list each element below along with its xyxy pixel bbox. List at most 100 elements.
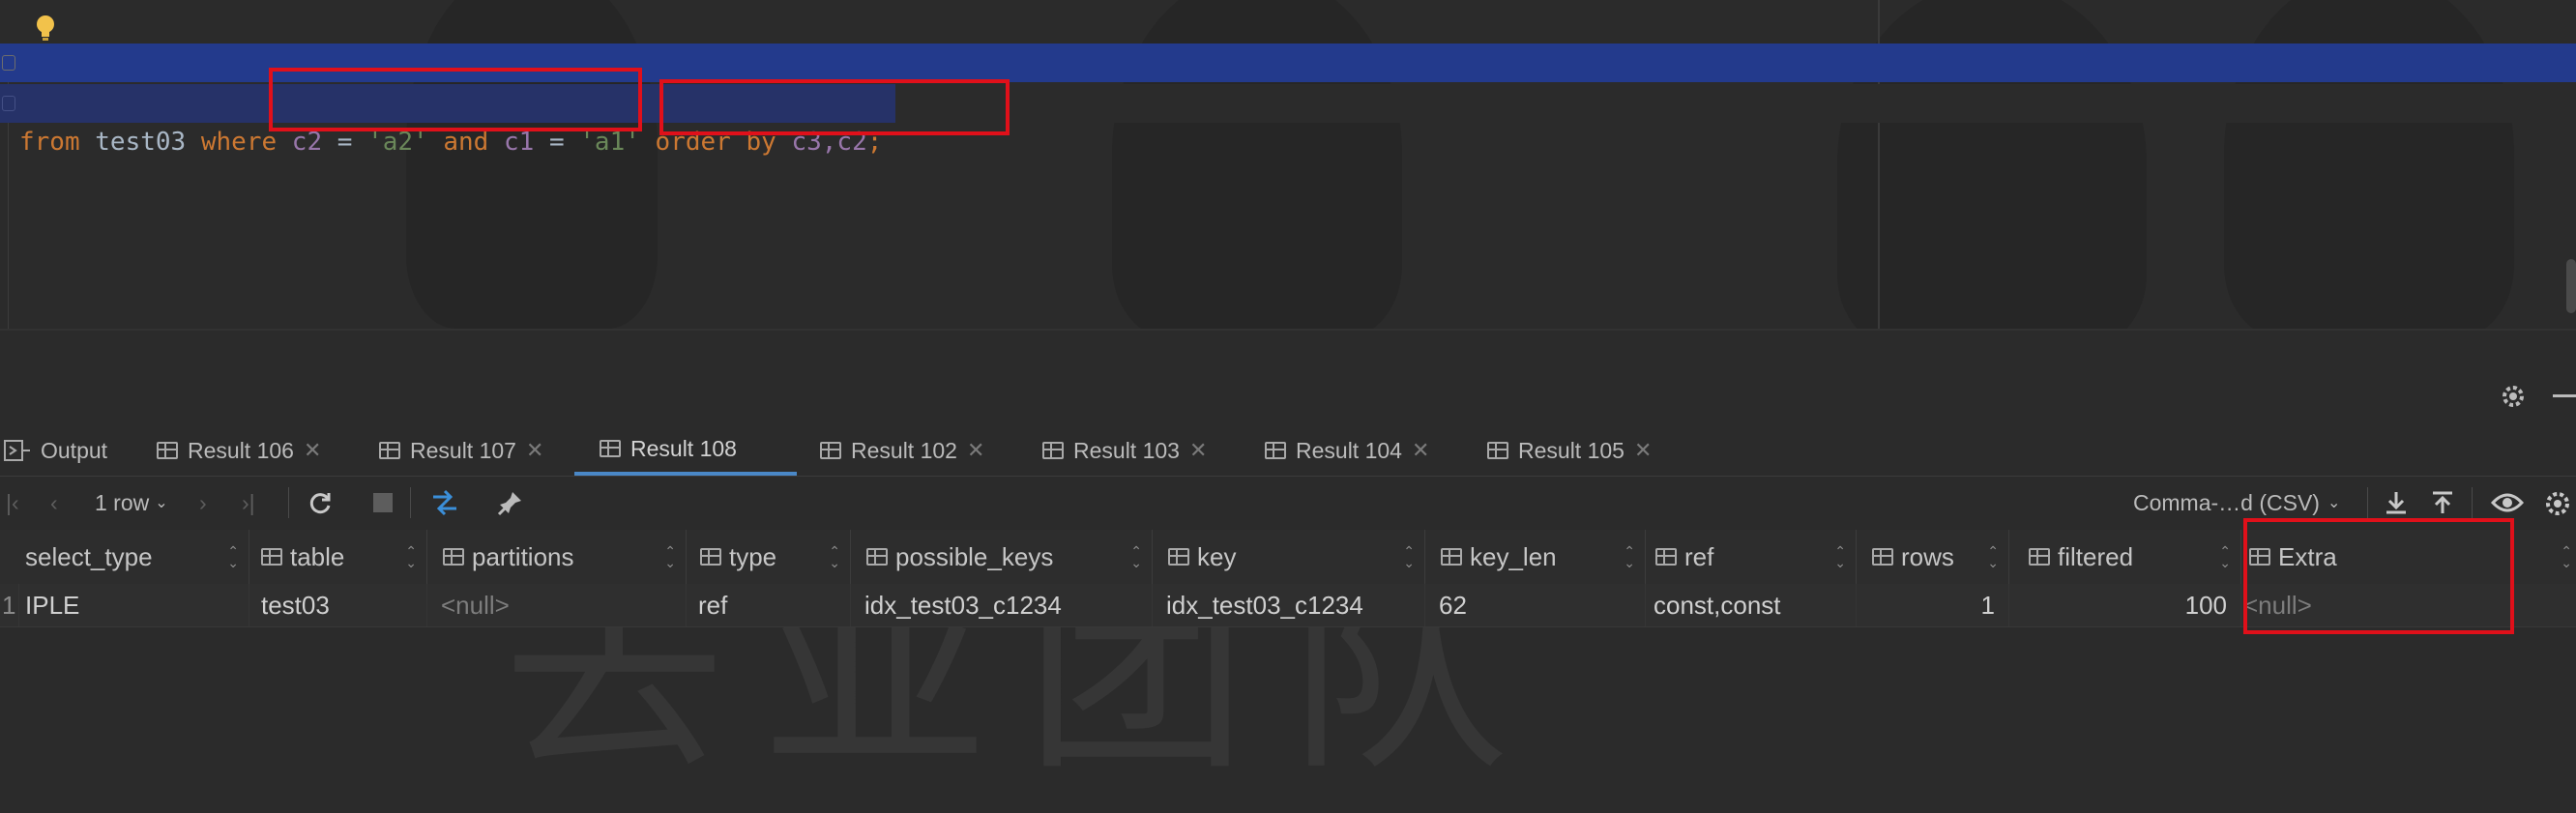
tab-result-105[interactable]: Result 105 ✕: [1487, 425, 1652, 476]
cell-type[interactable]: ref: [687, 584, 851, 626]
column-header-label: rows: [1901, 541, 1954, 571]
keyword-and: and: [443, 128, 489, 157]
tab-label: Result 102: [851, 437, 957, 463]
close-icon[interactable]: ✕: [1634, 438, 1652, 463]
cell-rows[interactable]: 1: [1857, 584, 2009, 626]
tab-label: Result 105: [1518, 437, 1625, 463]
column-header-label: possible_keys: [895, 541, 1054, 571]
table-icon: [379, 442, 400, 459]
last-page-icon[interactable]: ›|: [242, 476, 255, 530]
sort-icon[interactable]: ⌃ ⌄: [1624, 544, 1635, 569]
toolbar-separator: [410, 487, 411, 518]
column-header-label: table: [290, 541, 345, 571]
fold-marker-icon[interactable]: [2, 55, 15, 71]
toolbar-separator: [2367, 487, 2368, 518]
column-header-label: partitions: [472, 541, 574, 571]
sql-editor[interactable]: explain select * from test03 where c2 = …: [0, 0, 2576, 329]
view-eye-icon[interactable]: [2491, 491, 2524, 514]
sort-icon[interactable]: ⌃ ⌄: [664, 544, 676, 569]
download-icon[interactable]: [2383, 489, 2410, 516]
column-header-filtered[interactable]: filtered ⌃ ⌄: [2009, 530, 2241, 584]
column-header-rows[interactable]: rows ⌃ ⌄: [1857, 530, 2009, 584]
column-header-possible-keys[interactable]: possible_keys ⌃ ⌄: [851, 530, 1153, 584]
column-icon: [700, 548, 721, 566]
sort-icon[interactable]: ⌃ ⌄: [1403, 544, 1415, 569]
column-header-partitions[interactable]: partitions ⌃ ⌄: [427, 530, 687, 584]
cell-select-type[interactable]: IPLE: [19, 584, 249, 626]
cell-table[interactable]: test03: [249, 584, 427, 626]
sort-icon[interactable]: ⌃ ⌄: [405, 544, 417, 569]
toolbar-separator: [2472, 487, 2473, 518]
cell-key-len[interactable]: 62: [1425, 584, 1646, 626]
tab-label: Output: [41, 437, 108, 463]
column-icon: [1655, 548, 1677, 566]
close-icon[interactable]: ✕: [1189, 438, 1207, 463]
table-name: test03: [95, 128, 187, 157]
column-header-select-type[interactable]: select_type ⌃ ⌄: [0, 530, 249, 584]
cell-ref[interactable]: const,const: [1646, 584, 1857, 626]
table-icon: [157, 442, 178, 459]
first-page-icon[interactable]: |‹: [6, 476, 19, 530]
tab-result-102[interactable]: Result 102 ✕: [820, 425, 984, 476]
row-count-label: 1 row: [95, 489, 150, 515]
column-icon: [443, 548, 464, 566]
tab-label: Result 104: [1296, 437, 1402, 463]
tab-result-104[interactable]: Result 104 ✕: [1265, 425, 1429, 476]
refresh-icon[interactable]: [307, 491, 333, 516]
tab-result-103[interactable]: Result 103 ✕: [1042, 425, 1207, 476]
keyword-where: where: [200, 128, 278, 157]
column-icon: [261, 548, 282, 566]
sort-icon[interactable]: ⌃ ⌄: [2219, 544, 2231, 569]
column-header-table[interactable]: table ⌃ ⌄: [249, 530, 427, 584]
tab-result-107[interactable]: Result 107 ✕: [379, 425, 543, 476]
panel-splitter[interactable]: [0, 329, 2576, 331]
cell-possible-keys[interactable]: idx_test03_c1234: [851, 584, 1153, 626]
tab-output[interactable]: Output: [4, 425, 107, 476]
column-header-key-len[interactable]: key_len ⌃ ⌄: [1425, 530, 1646, 584]
column-icon: [866, 548, 888, 566]
close-icon[interactable]: ✕: [526, 438, 543, 463]
string-a1: 'a1': [579, 128, 640, 157]
lightbulb-icon[interactable]: [33, 14, 58, 43]
stop-icon[interactable]: [373, 493, 393, 512]
cell-partitions[interactable]: <null>: [427, 584, 687, 626]
previous-page-icon[interactable]: ‹: [50, 476, 58, 530]
close-icon[interactable]: ✕: [1412, 438, 1429, 463]
export-format-label: Comma-…d (CSV): [2133, 489, 2320, 515]
keyword-from: from: [19, 128, 80, 157]
tab-label: Result 108: [630, 435, 737, 461]
gear-icon[interactable]: [2500, 383, 2527, 410]
tab-result-108[interactable]: Result 108: [574, 425, 797, 476]
chevron-down-icon: ⌄: [2327, 495, 2341, 511]
highlight-box-order-by: [659, 79, 1010, 135]
sort-icon[interactable]: ⌃ ⌄: [829, 544, 840, 569]
minimize-icon[interactable]: [2553, 394, 2576, 397]
sort-icon[interactable]: ⌃ ⌄: [227, 544, 239, 569]
tab-result-106[interactable]: Result 106 ✕: [157, 425, 321, 476]
compare-icon[interactable]: [429, 487, 464, 520]
row-number[interactable]: 1: [0, 584, 19, 626]
column-header-ref[interactable]: ref ⌃ ⌄: [1646, 530, 1857, 584]
column-header-label: filtered: [2058, 541, 2134, 571]
column-icon: [2029, 548, 2050, 566]
cell-filtered[interactable]: 100: [2009, 584, 2241, 626]
column-header-key[interactable]: key ⌃ ⌄: [1153, 530, 1425, 584]
table-icon: [820, 442, 841, 459]
upload-icon[interactable]: [2429, 489, 2456, 516]
operator-equals: =: [548, 128, 565, 157]
close-icon[interactable]: ✕: [304, 438, 321, 463]
sort-icon[interactable]: ⌃ ⌄: [1987, 544, 1999, 569]
close-icon[interactable]: ✕: [967, 438, 984, 463]
tab-label: Result 103: [1073, 437, 1180, 463]
column-header-type[interactable]: type ⌃ ⌄: [687, 530, 851, 584]
result-tabs: Output Result 106 ✕ Result 107 ✕ Result …: [0, 425, 2576, 477]
row-count-selector[interactable]: 1 row ⌄: [95, 476, 168, 530]
column-icon: [1441, 548, 1462, 566]
next-page-icon[interactable]: ›: [199, 476, 207, 530]
sort-icon[interactable]: ⌃ ⌄: [1130, 544, 1142, 569]
cell-key[interactable]: idx_test03_c1234: [1153, 584, 1425, 626]
editor-scrollbar[interactable]: [2566, 259, 2576, 313]
sort-icon[interactable]: ⌃ ⌄: [1834, 544, 1846, 569]
gear-icon[interactable]: [2543, 489, 2572, 518]
sort-icon[interactable]: ⌃ ⌄: [2561, 544, 2572, 569]
